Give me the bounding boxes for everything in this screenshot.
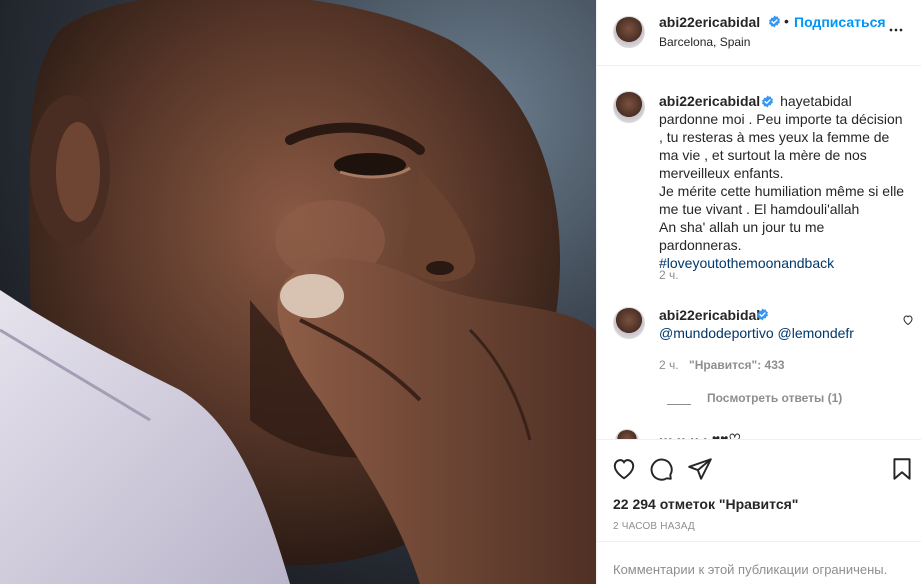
caption-username[interactable]: abi22ericabidal xyxy=(659,93,760,109)
post-timestamp[interactable]: 2 ЧАСОВ НАЗАД xyxy=(613,521,695,532)
caption-time[interactable]: 2 ч. xyxy=(659,268,679,282)
bookmark-icon[interactable] xyxy=(889,456,915,482)
caption-avatar[interactable] xyxy=(613,91,645,123)
post-photo-illustration xyxy=(0,0,596,584)
likes-count[interactable]: 22 294 отметок "Нравится" xyxy=(613,496,798,512)
replies-divider xyxy=(667,404,691,405)
caption-hashtag[interactable]: #loveyoutothemoonandback xyxy=(659,255,834,271)
post-photo[interactable] xyxy=(0,0,596,584)
author-avatar[interactable] xyxy=(613,16,645,48)
post-sidebar: abi22ericabidal • Подписаться Barcelona,… xyxy=(596,0,921,584)
comment-time[interactable]: 2 ч. xyxy=(659,358,679,372)
comments-list[interactable]: abi22ericabidal hayetabidal pardonne moi… xyxy=(597,67,921,439)
verified-badge-icon xyxy=(769,15,780,28)
more-horizontal-icon[interactable] xyxy=(886,20,906,40)
next-comment-preview: ··· ·· ·· · ♥♥♡ xyxy=(659,431,742,439)
verified-badge-icon xyxy=(757,308,768,321)
verified-badge-icon xyxy=(762,95,774,108)
view-replies-button[interactable]: Посмотреть ответы (1) xyxy=(707,391,842,405)
comment-mentions[interactable]: @mundodeportivo @lemondefr xyxy=(659,325,854,341)
post-actions: 22 294 отметок "Нравится" 2 ЧАСОВ НАЗАД xyxy=(597,439,921,541)
header-separator: • xyxy=(784,13,789,29)
follow-button[interactable]: Подписаться xyxy=(794,14,886,30)
post-header: abi22ericabidal • Подписаться Barcelona,… xyxy=(597,0,921,66)
heart-icon[interactable] xyxy=(611,456,637,482)
comment-like-heart-icon[interactable] xyxy=(902,314,914,326)
caption-body: hayetabidal pardonne moi . Peu importe t… xyxy=(659,93,905,253)
comments-footer: Комментарии к этой публикации ограничены… xyxy=(597,541,921,584)
author-username[interactable]: abi22ericabidal xyxy=(659,14,760,30)
instagram-post: abi22ericabidal • Подписаться Barcelona,… xyxy=(0,0,921,584)
caption-text: abi22ericabidal hayetabidal pardonne moi… xyxy=(659,92,909,272)
comments-limited-notice: Комментарии к этой публикации ограничены… xyxy=(613,562,888,577)
comment-avatar[interactable] xyxy=(613,307,645,339)
comment-username[interactable]: abi22ericabidal xyxy=(659,307,760,323)
next-comment-avatar[interactable] xyxy=(615,429,639,439)
comment-likes[interactable]: "Нравится": 433 xyxy=(689,358,785,372)
post-location[interactable]: Barcelona, Spain xyxy=(659,35,750,49)
comment-icon[interactable] xyxy=(648,456,674,482)
share-icon[interactable] xyxy=(687,456,713,482)
